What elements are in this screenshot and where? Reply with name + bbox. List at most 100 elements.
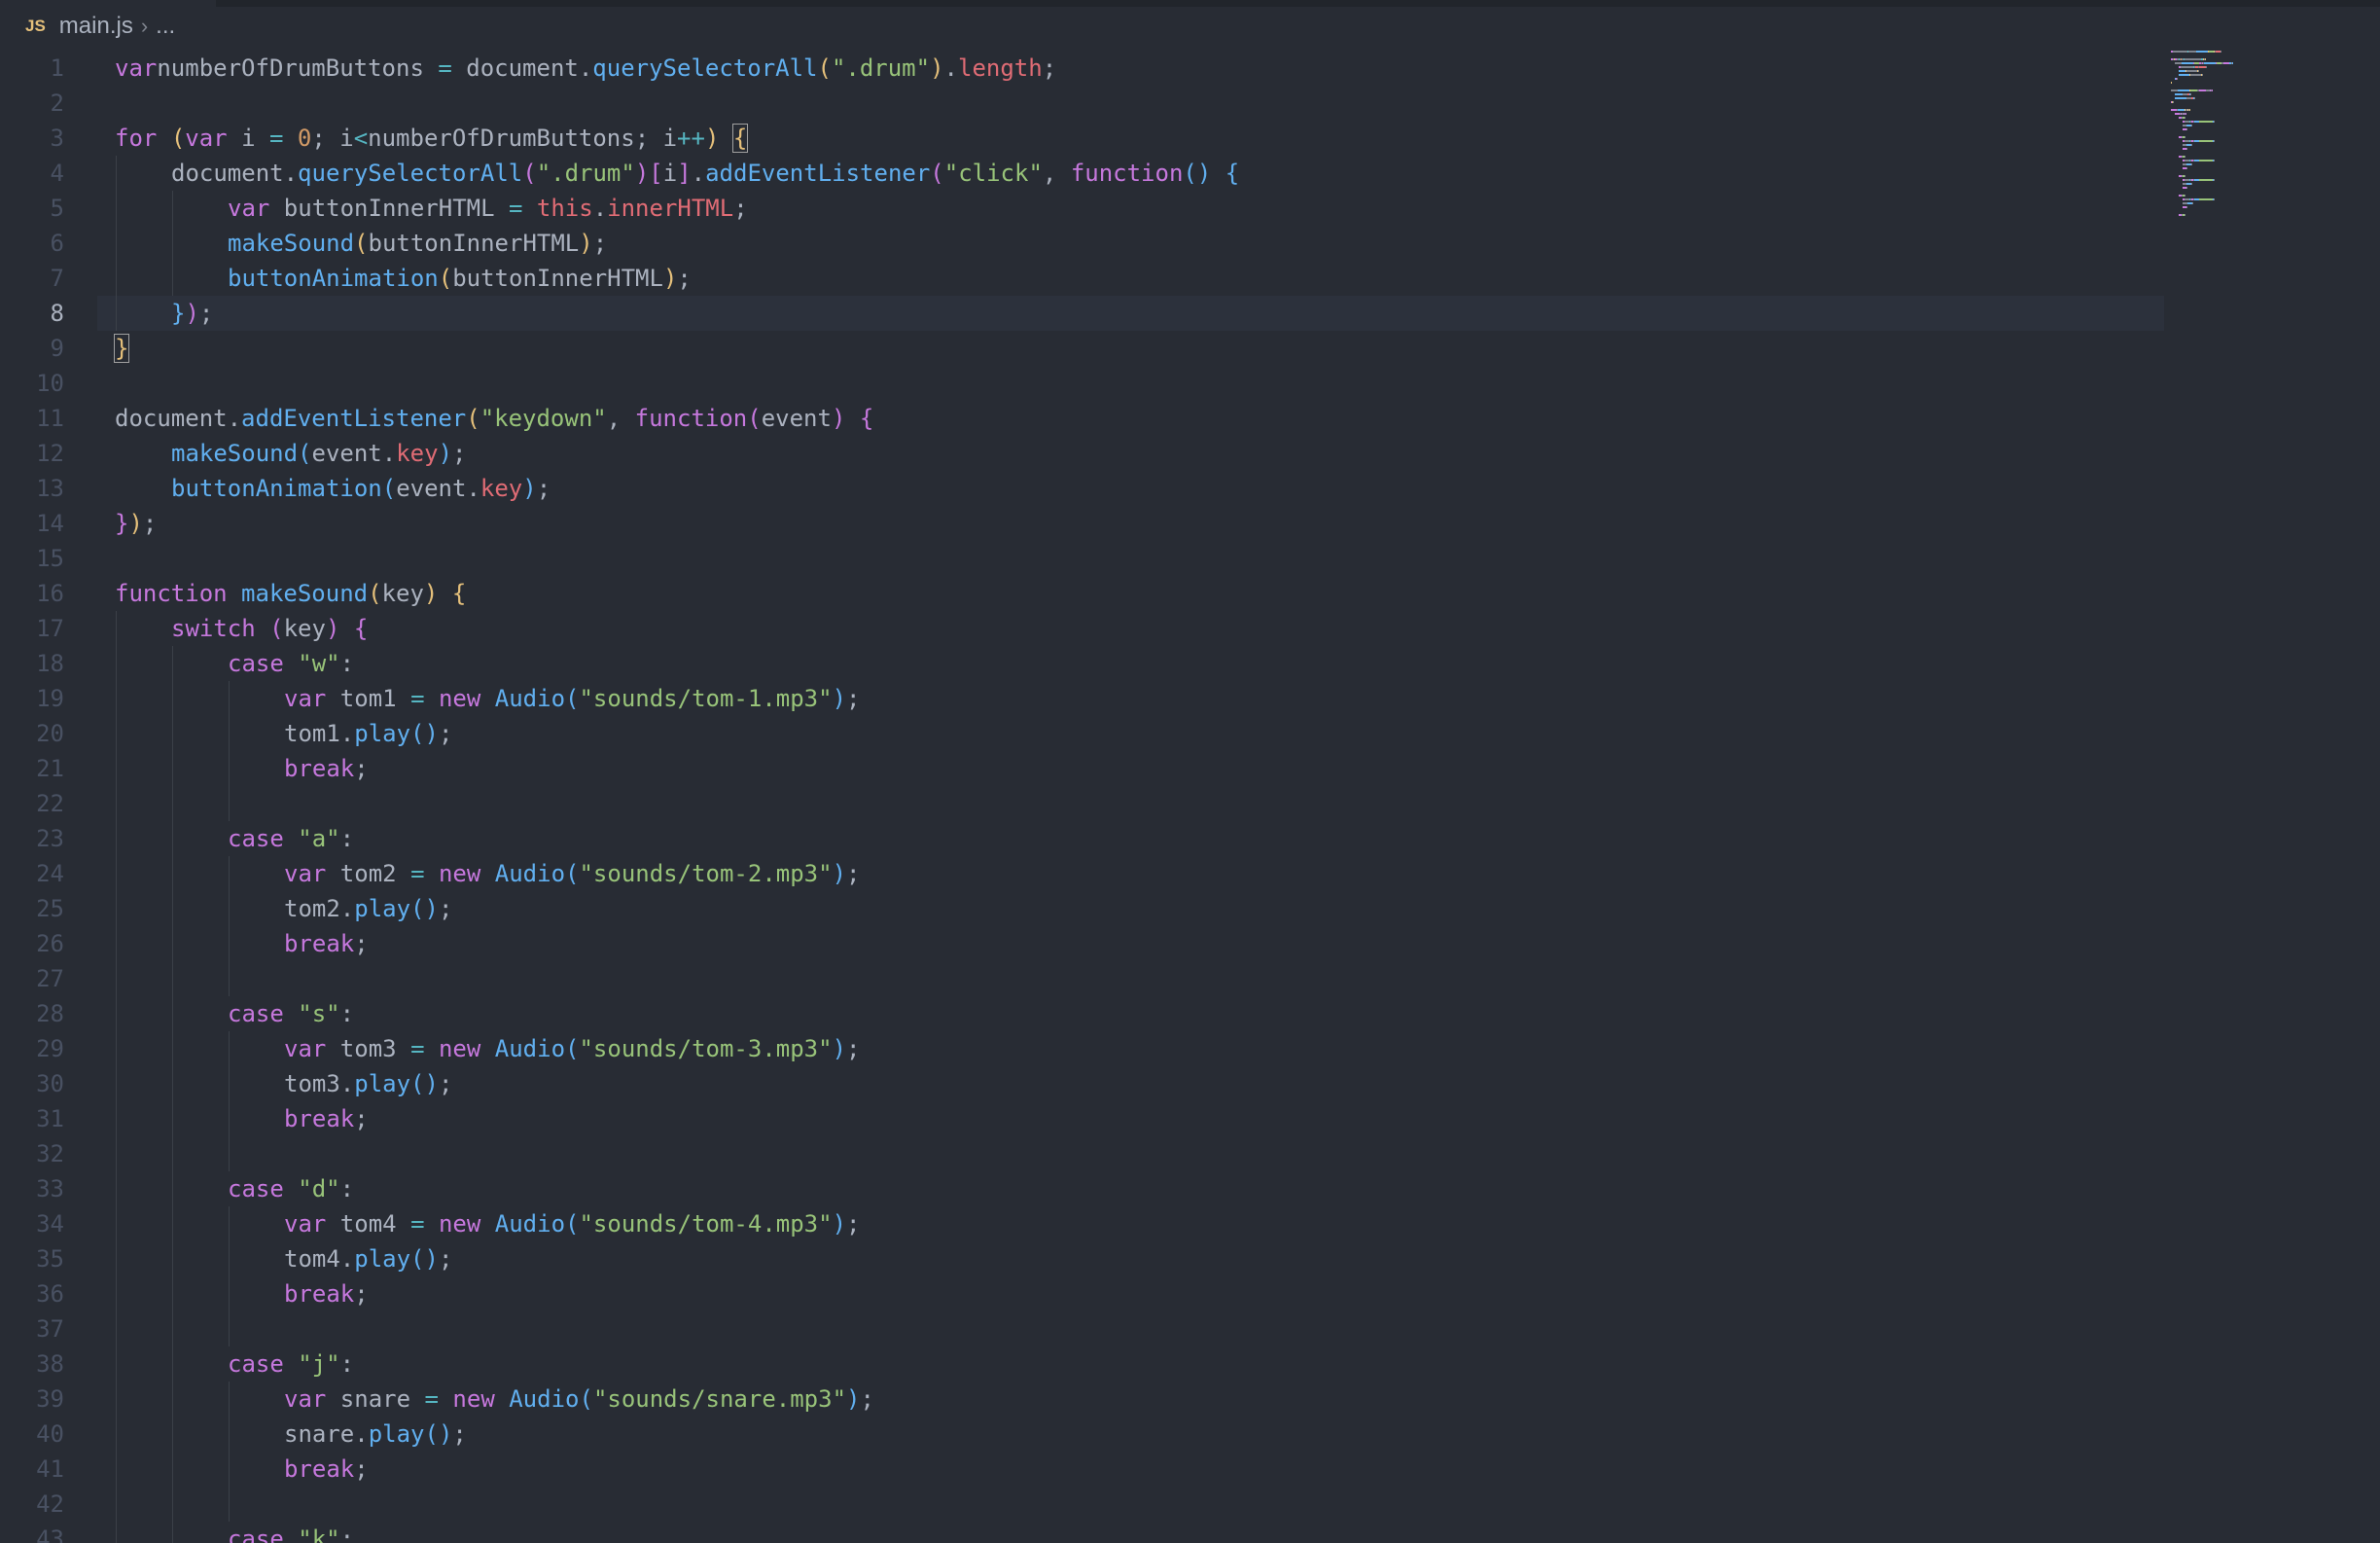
code-line[interactable]: 19 var tom1 = new Audio("sounds/tom-1.mp3… [0, 681, 2169, 716]
code-line[interactable]: 16 function makeSound(key) { [0, 576, 2169, 611]
code-token: () [1183, 160, 1212, 187]
minimap-token [2179, 74, 2189, 76]
code-token: ; [846, 685, 861, 712]
code-token: play [354, 1245, 411, 1273]
code-line[interactable]: 12 makeSound(event.key); [0, 436, 2169, 471]
code-line[interactable]: 1 varnumberOfDrumButtons = document.query… [0, 51, 2169, 86]
code-token: = [410, 860, 425, 887]
code-line[interactable]: 35 tom4.play(); [0, 1241, 2169, 1276]
code-line[interactable]: 24 var tom2 = new Audio("sounds/tom-2.mp3… [0, 856, 2169, 891]
code-token: play [354, 1070, 411, 1097]
code-line[interactable]: 7 buttonAnimation(buttonInnerHTML); [0, 261, 2169, 296]
code-line[interactable]: 37 [0, 1311, 2169, 1346]
code-line[interactable]: 40 snare.play(); [0, 1417, 2169, 1452]
indent-guide [229, 1206, 230, 1346]
line-number: 26 [36, 930, 64, 957]
code-line[interactable]: 32 [0, 1136, 2169, 1171]
code-line[interactable]: 8}); [0, 296, 2169, 331]
code-line[interactable]: 23 case "a": [0, 821, 2169, 856]
code-line[interactable]: 39 var snare = new Audio("sounds/snare.mp… [0, 1382, 2169, 1417]
line-number: 5 [50, 195, 64, 222]
code-token: key [480, 475, 523, 502]
code-text: document.querySelectorAll(".drum")[i].ad… [171, 156, 1239, 191]
code-token: makeSound [171, 440, 299, 467]
code-line[interactable]: 43 case "k": [0, 1522, 2169, 1543]
minimap[interactable] [2169, 47, 2380, 1543]
code-line[interactable]: 13 buttonAnimation(event.key); [0, 471, 2169, 506]
line-number: 15 [36, 545, 64, 572]
code-line[interactable]: 33 case "d": [0, 1171, 2169, 1206]
code-text: case "j": [228, 1346, 354, 1382]
tab-bar [0, 0, 2380, 7]
code-token: "d" [298, 1175, 340, 1202]
code-line[interactable]: 28 case "s": [0, 996, 2169, 1031]
code-token: ( [565, 685, 580, 712]
code-line[interactable]: 10 [0, 366, 2169, 401]
minimap-token [2190, 90, 2197, 91]
code-line[interactable]: 17 switch (key) { [0, 611, 2169, 646]
code-line[interactable]: 3 for (var i = 0; i<numberOfDrumButtons; … [0, 121, 2169, 156]
code-line[interactable]: 42 [0, 1487, 2169, 1522]
line-number: 41 [36, 1455, 64, 1483]
minimap-token [2171, 82, 2172, 84]
code-token: : [339, 1350, 355, 1378]
minimap-token [2186, 148, 2187, 150]
code-line[interactable]: 27 [0, 961, 2169, 996]
breadcrumb-symbols[interactable]: ... [156, 13, 175, 40]
code-line[interactable]: 4 document.querySelectorAll(".drum")[i].a… [0, 156, 2169, 191]
line-number: 31 [36, 1105, 64, 1132]
code-line[interactable]: 2 [0, 86, 2169, 121]
code-line[interactable]: 41 break; [0, 1452, 2169, 1487]
code-text: break; [284, 751, 369, 786]
code-token: "sounds/tom-4.mp3" [579, 1210, 833, 1238]
code-token: tom4. [284, 1245, 355, 1273]
line-number: 25 [36, 895, 64, 922]
code-line[interactable]: 15 [0, 541, 2169, 576]
code-line[interactable]: 14}); [0, 506, 2169, 541]
code-line[interactable]: 38 case "j": [0, 1346, 2169, 1382]
code-token: event [761, 405, 832, 432]
minimap-token [2220, 51, 2221, 53]
code-line[interactable]: 18 case "w": [0, 646, 2169, 681]
code-text: switch (key) { [171, 611, 368, 646]
code-line[interactable]: 25 tom2.play(); [0, 891, 2169, 926]
minimap-token [2214, 121, 2215, 123]
code-line[interactable]: 36 break; [0, 1276, 2169, 1311]
code-token: makeSound [228, 230, 355, 257]
code-line[interactable]: 22 [0, 786, 2169, 821]
code-line[interactable]: 31 break; [0, 1101, 2169, 1136]
code-token: ) [831, 405, 846, 432]
code-line[interactable]: 5 var buttonInnerHTML = this.innerHTML; [0, 191, 2169, 226]
code-line[interactable]: 6 makeSound(buttonInnerHTML); [0, 226, 2169, 261]
code-line[interactable]: 20 tom1.play(); [0, 716, 2169, 751]
line-number: 11 [36, 405, 64, 432]
breadcrumb-file[interactable]: main.js [59, 13, 133, 40]
code-line[interactable]: 21 break; [0, 751, 2169, 786]
code-token: document. [171, 160, 299, 187]
code-token: ; [438, 720, 453, 747]
minimap-token [2191, 125, 2192, 126]
code-token: ) [704, 125, 720, 152]
code-token: () [410, 720, 439, 747]
code-token: var [185, 125, 228, 152]
code-line[interactable]: 11 document.addEventListener("keydown", f… [0, 401, 2169, 436]
code-line[interactable]: 26 break; [0, 926, 2169, 961]
code-token: ) [832, 1035, 847, 1062]
code-token: querySelectorAll [298, 160, 523, 187]
code-line[interactable]: 9} [0, 331, 2169, 366]
code-line[interactable]: 29 var tom3 = new Audio("sounds/tom-3.mp3… [0, 1031, 2169, 1066]
line-number: 40 [36, 1420, 64, 1448]
code-token: break [284, 1105, 355, 1132]
code-editor[interactable]: 1 varnumberOfDrumButtons = document.query… [0, 51, 2169, 1543]
code-line[interactable]: 30 tom3.play(); [0, 1066, 2169, 1101]
code-line[interactable]: 34 var tom4 = new Audio("sounds/tom-4.mp3… [0, 1206, 2169, 1241]
line-number: 21 [36, 755, 64, 782]
code-token: numberOfDrumButtons; i [368, 125, 678, 152]
code-token: ) [325, 615, 340, 642]
code-token: "s" [298, 1000, 340, 1027]
code-text: var tom3 = new Audio("sounds/tom-3.mp3")… [284, 1031, 860, 1066]
code-token: ; [733, 195, 748, 222]
